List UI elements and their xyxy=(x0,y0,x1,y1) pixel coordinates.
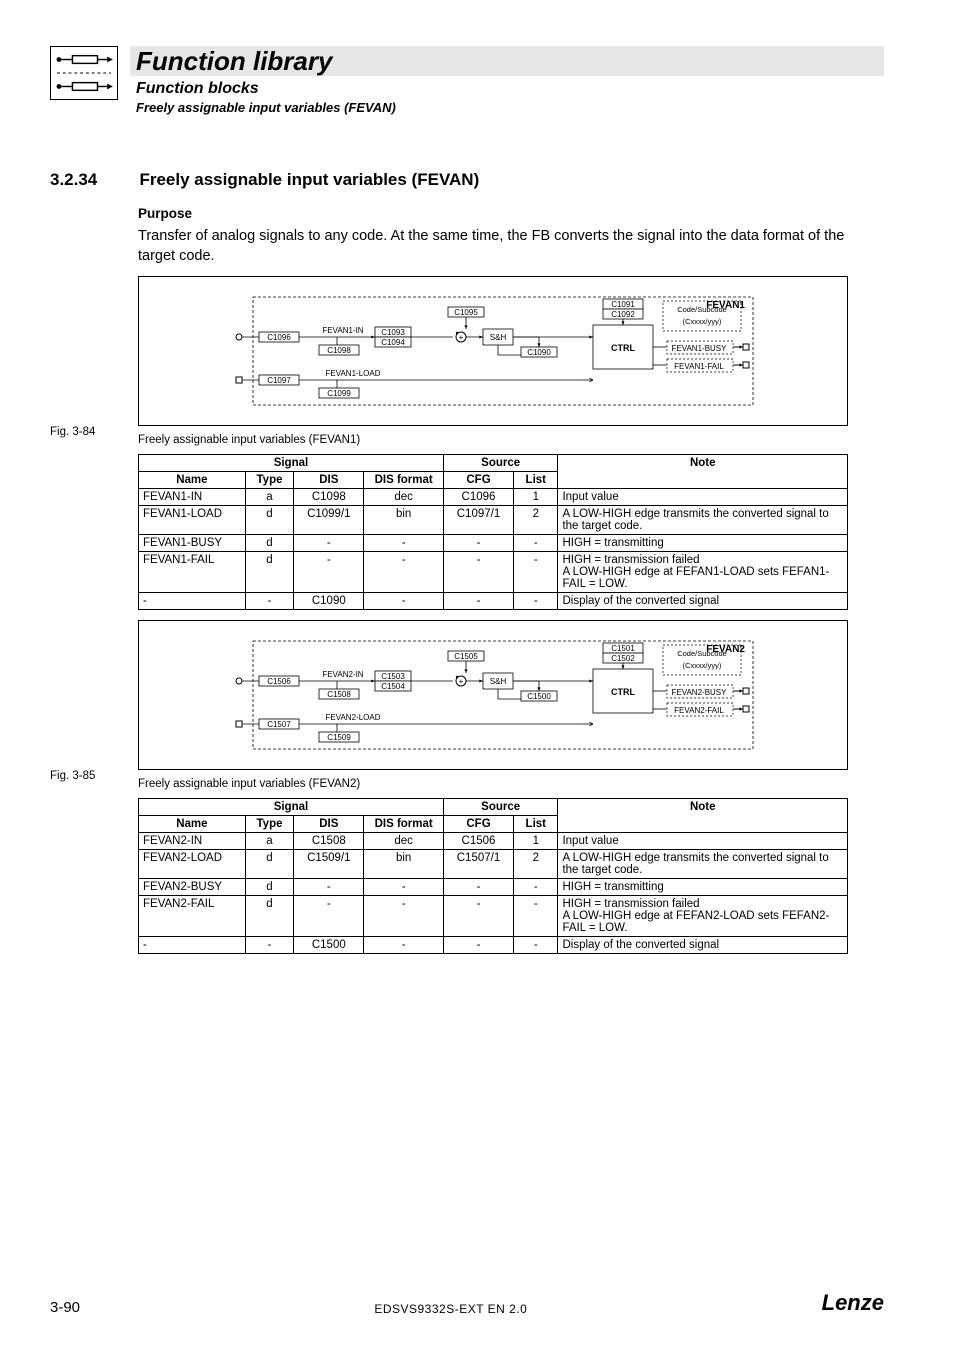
svg-text:+: + xyxy=(459,333,464,342)
figure-1-box: C1091C1092Code/Subcode(Cxxxx/yyy)FEVAN1C… xyxy=(138,276,848,426)
svg-text:(Cxxxx/yyy): (Cxxxx/yyy) xyxy=(683,317,722,326)
footer: 3-90 EDSVS9332S-EXT EN 2.0 Lenze xyxy=(50,1290,884,1316)
doc-icon xyxy=(50,46,118,100)
svg-text:FEVAN2-BUSY: FEVAN2-BUSY xyxy=(672,688,728,697)
svg-text:C1505: C1505 xyxy=(454,652,478,661)
svg-text:C1508: C1508 xyxy=(327,690,351,699)
doc-id: EDSVS9332S-EXT EN 2.0 xyxy=(374,1302,527,1316)
svg-text:S&H: S&H xyxy=(490,677,507,686)
svg-text:C1090: C1090 xyxy=(527,348,551,357)
section-number: 3.2.34 xyxy=(50,170,135,190)
svg-text:C1501: C1501 xyxy=(611,644,635,653)
header-subtitle: Function blocks xyxy=(136,80,259,98)
purpose-heading: Purpose xyxy=(138,206,884,221)
figure-1-number: Fig. 3-84 xyxy=(50,426,95,438)
page-title: Function library xyxy=(136,46,332,77)
svg-text:C1504: C1504 xyxy=(381,682,405,691)
svg-text:CTRL: CTRL xyxy=(611,343,635,353)
section-heading: 3.2.34 Freely assignable input variables… xyxy=(50,170,884,190)
figure-1-diagram: C1091C1092Code/Subcode(Cxxxx/yyy)FEVAN1C… xyxy=(223,291,763,411)
svg-text:FEVAN2: FEVAN2 xyxy=(706,644,745,655)
figure-2-box: C1501C1502Code/Subcode(Cxxxx/yyy)FEVAN2C… xyxy=(138,620,848,770)
svg-text:C1091: C1091 xyxy=(611,300,635,309)
header-band: Function library xyxy=(130,46,884,76)
figure-1-caption: Freely assignable input variables (FEVAN… xyxy=(138,434,360,446)
svg-text:C1507: C1507 xyxy=(267,720,291,729)
table-2: SignalSourceNoteNameTypeDISDIS formatCFG… xyxy=(138,798,848,954)
page-number: 3-90 xyxy=(50,1299,80,1316)
svg-text:+: + xyxy=(459,677,464,686)
svg-text:(Cxxxx/yyy): (Cxxxx/yyy) xyxy=(683,661,722,670)
svg-text:FEVAN2-IN: FEVAN2-IN xyxy=(322,670,363,679)
svg-text:FEVAN2-LOAD: FEVAN2-LOAD xyxy=(326,713,381,722)
svg-text:FEVAN1: FEVAN1 xyxy=(706,300,745,311)
svg-text:C1093: C1093 xyxy=(381,328,405,337)
svg-text:C1509: C1509 xyxy=(327,733,351,742)
table-1: SignalSourceNoteNameTypeDISDIS formatCFG… xyxy=(138,454,848,610)
svg-text:C1502: C1502 xyxy=(611,654,635,663)
svg-text:C1506: C1506 xyxy=(267,677,291,686)
svg-text:FEVAN1-BUSY: FEVAN1-BUSY xyxy=(672,344,728,353)
svg-text:FEVAN1-FAIL: FEVAN1-FAIL xyxy=(674,362,724,371)
section-title: Freely assignable input variables (FEVAN… xyxy=(139,170,479,190)
svg-text:FEVAN1-LOAD: FEVAN1-LOAD xyxy=(326,369,381,378)
figure-2-number: Fig. 3-85 xyxy=(50,770,95,782)
svg-text:C1098: C1098 xyxy=(327,346,351,355)
header-subtitle2: Freely assignable input variables (FEVAN… xyxy=(136,100,396,115)
purpose-text: Transfer of analog signals to any code. … xyxy=(138,227,884,266)
svg-text:FEVAN1-IN: FEVAN1-IN xyxy=(322,326,363,335)
svg-text:CTRL: CTRL xyxy=(611,687,635,697)
svg-text:S&H: S&H xyxy=(490,333,507,342)
svg-text:C1097: C1097 xyxy=(267,376,291,385)
svg-text:C1500: C1500 xyxy=(527,692,551,701)
svg-text:C1095: C1095 xyxy=(454,308,478,317)
svg-text:C1094: C1094 xyxy=(381,338,405,347)
figure-2-diagram: C1501C1502Code/Subcode(Cxxxx/yyy)FEVAN2C… xyxy=(223,635,763,755)
svg-text:C1092: C1092 xyxy=(611,310,635,319)
svg-text:C1503: C1503 xyxy=(381,672,405,681)
brand-logo: Lenze xyxy=(822,1290,884,1316)
svg-text:FEVAN2-FAIL: FEVAN2-FAIL xyxy=(674,706,724,715)
svg-text:C1096: C1096 xyxy=(267,333,291,342)
figure-2-caption: Freely assignable input variables (FEVAN… xyxy=(138,778,360,790)
svg-text:C1099: C1099 xyxy=(327,389,351,398)
